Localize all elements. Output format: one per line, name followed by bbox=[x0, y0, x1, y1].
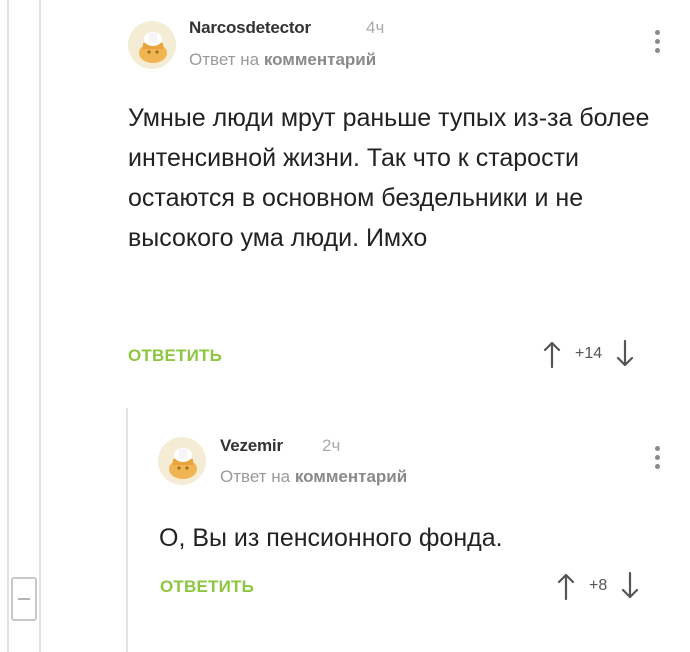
comment-text: Умные люди мрут раньше тупых из-за более… bbox=[128, 104, 650, 252]
reply-button[interactable]: ОТВЕТИТЬ bbox=[128, 346, 222, 366]
arrow-down-icon[interactable] bbox=[616, 340, 634, 368]
avatar[interactable] bbox=[158, 437, 206, 485]
comment-time: 2ч bbox=[322, 436, 341, 455]
comment-text: О, Вы из пенсионного фонда. bbox=[159, 524, 503, 552]
thread-line-outer-1 bbox=[7, 0, 9, 652]
more-options-button[interactable] bbox=[653, 30, 661, 57]
reply-to-line: Ответ на комментарий bbox=[220, 467, 407, 487]
reply-button[interactable]: ОТВЕТИТЬ bbox=[160, 577, 254, 597]
rating-value: +8 bbox=[589, 577, 608, 594]
avatar[interactable] bbox=[128, 21, 176, 69]
thread-line-outer-2 bbox=[39, 0, 41, 652]
reply-to-prefix: Ответ на bbox=[220, 467, 291, 486]
vote-controls: +14 bbox=[543, 340, 634, 368]
vote-controls: +8 bbox=[557, 572, 639, 600]
more-vertical-icon bbox=[653, 30, 661, 53]
avatar-placeholder-icon bbox=[139, 32, 167, 63]
comment-time: 4ч bbox=[366, 18, 385, 37]
more-options-button[interactable] bbox=[653, 446, 661, 473]
reply-to-link[interactable]: комментарий bbox=[264, 50, 376, 69]
reply-to-line: Ответ на комментарий bbox=[189, 50, 376, 70]
reply-to-link[interactable]: комментарий bbox=[295, 467, 407, 486]
username[interactable]: Vezemir bbox=[220, 436, 283, 456]
arrow-up-icon[interactable] bbox=[557, 572, 575, 600]
more-vertical-icon bbox=[653, 446, 661, 469]
thread-line-reply bbox=[126, 408, 128, 652]
reply-to-prefix: Ответ на bbox=[189, 50, 260, 69]
arrow-down-icon[interactable] bbox=[621, 572, 639, 600]
avatar-placeholder-icon bbox=[169, 448, 197, 479]
collapse-thread-button[interactable] bbox=[11, 577, 37, 621]
collapse-minus-icon bbox=[18, 598, 30, 600]
rating-value: +14 bbox=[575, 345, 603, 362]
username[interactable]: Narcosdetector bbox=[189, 18, 311, 38]
arrow-up-icon[interactable] bbox=[543, 340, 561, 368]
